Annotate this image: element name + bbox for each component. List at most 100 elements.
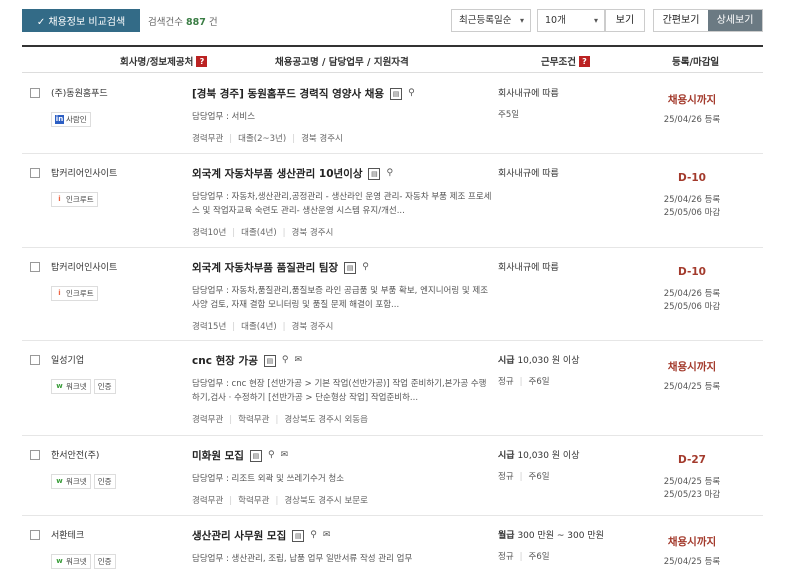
job-duty: 담당업무 : 서비스 [192, 112, 256, 122]
source-badge: w 워크넷 [51, 474, 91, 489]
page-size-select[interactable]: 10개 ▾ [537, 9, 605, 32]
company-name[interactable]: 서환테크 [51, 528, 84, 541]
search-icon[interactable]: ⚲ [408, 88, 415, 99]
company-name[interactable]: (주)동원홈푸드 [51, 86, 108, 99]
job-row: 한서안전(주) w 워크넷 인증 미화원 모집 ▤ ⚲ ✉ 담당업무 : 리조트 외곽… [22, 436, 763, 516]
row-checkbox[interactable] [30, 168, 40, 178]
post-dates: 25/04/25 등록 [663, 557, 721, 567]
title-line: 외국계 자동차부품 품질관리 팀장 ▤ ⚲ [192, 260, 369, 275]
company-name[interactable]: 탑커리어인사이트 [51, 166, 117, 179]
sort-select[interactable]: 최근등록일순 ▾ [451, 9, 531, 32]
search-icon[interactable]: ⚲ [282, 355, 289, 366]
search-icon[interactable]: ⚲ [362, 262, 369, 273]
post-dates: 25/04/26 등록 [663, 115, 721, 125]
source-logo-icon: w [55, 557, 64, 566]
job-row: (주)동원홈푸드 in 사람인 [경북 경주] 동원홈푸드 경력직 영양사 채용 ▤… [22, 74, 763, 154]
detail-icon[interactable]: ▤ [292, 529, 305, 542]
result-count-value: 887 [186, 17, 206, 28]
mail-icon[interactable]: ✉ [294, 355, 302, 366]
row-checkbox[interactable] [30, 88, 40, 98]
job-title-link[interactable]: 외국계 자동차부품 생산관리 10년이상 [192, 166, 362, 181]
salary-condition: 월급 300 만원 ~ 300 만원 [498, 531, 604, 541]
detail-icon[interactable]: ▤ [249, 449, 262, 462]
title-line: 외국계 자동차부품 생산관리 10년이상 ▤ ⚲ [192, 166, 393, 181]
salary-condition: 회사내규에 따름 [498, 263, 559, 273]
source-badge: w 워크넷 [51, 379, 91, 394]
job-row: 서환테크 w 워크넷 인증 생산관리 사무원 모집 ▤ ⚲ ✉ 담당업무 : 생산관리… [22, 516, 763, 573]
work-condition: 정규주6일 [498, 470, 550, 482]
title-line: cnc 현장 가공 ▤ ⚲ ✉ [192, 353, 302, 368]
job-title-link[interactable]: [경북 경주] 동원홈푸드 경력직 영양사 채용 [192, 86, 384, 101]
job-title-link[interactable]: 미화원 모집 [192, 448, 244, 463]
row-checkbox[interactable] [30, 530, 40, 540]
detail-icon[interactable]: ▤ [368, 167, 381, 180]
row-checkbox[interactable] [30, 355, 40, 365]
source-badge: 인증 [93, 379, 116, 394]
source-badge: in 사람인 [51, 112, 91, 127]
title-line: 미화원 모집 ▤ ⚲ ✉ [192, 448, 288, 463]
mail-icon[interactable]: ✉ [323, 530, 331, 541]
job-row: 탑커리어인사이트 i 인크루트 외국계 자동차부품 생산관리 10년이상 ▤ ⚲ 담… [22, 154, 763, 248]
view-button[interactable]: 보기 [605, 9, 645, 32]
source-badge: 인증 [93, 554, 116, 569]
job-qualifications: 경력무관학력무관경상북도 경주시 외동읍 [192, 413, 368, 425]
company-name[interactable]: 탑커리어인사이트 [51, 260, 117, 273]
compare-search-button[interactable]: ✓ 채용정보 비교검색 [22, 9, 140, 32]
detail-icon[interactable]: ▤ [263, 354, 276, 367]
job-title-link[interactable]: cnc 현장 가공 [192, 353, 258, 368]
job-qualifications: 경력무관대졸(2~3년)경북 경주시 [192, 132, 343, 144]
source-badges: w 워크넷 인증 [51, 379, 116, 394]
detail-view-button[interactable]: 상세보기 [708, 10, 762, 31]
row-checkbox[interactable] [30, 450, 40, 460]
row-checkbox[interactable] [30, 262, 40, 272]
search-icon[interactable]: ⚲ [268, 450, 275, 461]
simple-view-button[interactable]: 간편보기 [654, 10, 708, 31]
deadline-status: 채용시까지 [667, 536, 717, 548]
post-dates: 25/04/26 등록 25/05/06 마감 [663, 195, 721, 218]
job-qualifications: 경력무관학력무관경상북도 경주시 보문로 [192, 494, 368, 506]
deadline-status: D-10 [678, 172, 706, 184]
deadline-status: D-27 [678, 454, 706, 466]
toolbar: ✓ 채용정보 비교검색 검색건수 887 건 최근등록일순 ▾ 10개 ▾ 보기… [0, 0, 800, 44]
source-badge: i 인크루트 [51, 286, 98, 301]
post-dates: 25/04/26 등록 25/05/06 마감 [663, 289, 721, 312]
deadline-status: 채용시까지 [667, 361, 717, 373]
help-icon[interactable]: ? [578, 55, 590, 67]
job-duty: 담당업무 : 자동차,품질관리,품질보증 라인 공급품 및 부품 확보, 엔지니… [192, 286, 489, 310]
source-logo-icon: i [55, 195, 64, 204]
header-job: 채용공고명 / 담당업무 / 지원자격 [275, 57, 409, 68]
company-name[interactable]: 일성기업 [51, 353, 84, 366]
job-qualifications: 경력15년대졸(4년)경북 경주시 [192, 320, 333, 332]
help-icon[interactable]: ? [196, 55, 208, 67]
header-date: 등록/마감일 [672, 57, 720, 68]
job-title-link[interactable]: 외국계 자동차부품 품질관리 팀장 [192, 260, 338, 275]
source-badges: in 사람인 [51, 112, 91, 127]
source-badges: w 워크넷 인증 [51, 554, 116, 569]
post-dates: 25/04/25 등록 25/05/23 마감 [663, 477, 721, 500]
job-duty: 담당업무 : 생산관리, 조립, 납품 업무 일반서류 작성 관리 업무 [192, 554, 413, 564]
search-icon[interactable]: ⚲ [386, 168, 393, 179]
salary-condition: 회사내규에 따름 [498, 169, 559, 179]
search-icon[interactable]: ⚲ [310, 530, 317, 541]
job-duty: 담당업무 : 리조트 외곽 및 쓰레기수거 청소 [192, 474, 345, 484]
work-condition: 정규주6일 [498, 375, 550, 387]
result-count: 검색건수 887 건 [148, 17, 218, 28]
job-duty: 담당업무 : cnc 현장 [선반가공 > 기본 작업(선반가공)] 작업 준비… [192, 379, 487, 403]
job-title-link[interactable]: 생산관리 사무원 모집 [192, 528, 286, 543]
detail-icon[interactable]: ▤ [390, 87, 403, 100]
source-logo-icon: in [55, 115, 64, 124]
header-condition: 근무조건 ? [541, 54, 590, 68]
work-condition: 주5일 [498, 110, 520, 120]
view-mode-toggle: 간편보기 상세보기 [653, 9, 763, 32]
post-dates: 25/04/25 등록 [663, 382, 721, 392]
mail-icon[interactable]: ✉ [281, 450, 289, 461]
source-badges: i 인크루트 [51, 192, 98, 207]
source-badge: 인증 [93, 474, 116, 489]
chevron-down-icon: ▾ [519, 16, 524, 25]
salary-condition: 회사내규에 따름 [498, 89, 559, 99]
detail-icon[interactable]: ▤ [344, 261, 357, 274]
table-header: 회사명/정보제공처 ? 채용공고명 / 담당업무 / 지원자격 근무조건 ? 등… [22, 45, 763, 73]
company-name[interactable]: 한서안전(주) [51, 448, 99, 461]
source-logo-icon: i [55, 289, 64, 298]
job-duty: 담당업무 : 자동차,생산관리,공정관리 - 생산라인 운영 관리- 자동차 부… [192, 192, 492, 216]
